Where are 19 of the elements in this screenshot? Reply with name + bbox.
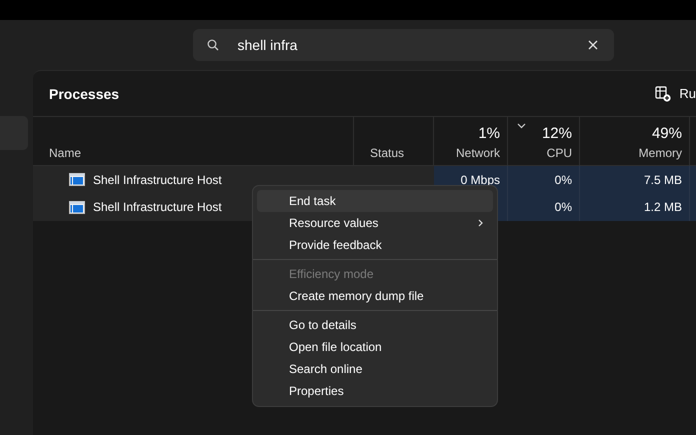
panel-title: Processes: [49, 86, 120, 102]
menu-item[interactable]: Create memory dump file: [257, 285, 493, 307]
menu-item[interactable]: End task: [257, 190, 493, 212]
menu-item[interactable]: Provide feedback: [257, 234, 493, 256]
run-task-button[interactable]: Ru: [655, 86, 696, 102]
app-window-icon: [69, 200, 85, 214]
search-field[interactable]: shell infra: [192, 29, 614, 61]
menu-item[interactable]: Search online: [257, 358, 493, 380]
clear-icon[interactable]: [588, 40, 598, 50]
usage-cell: 1.2 MB: [580, 193, 690, 221]
menu-item[interactable]: Open file location: [257, 336, 493, 358]
usage-cell: 7.5 MB: [580, 165, 690, 193]
usage-cell: 0%: [508, 165, 580, 193]
add-window-icon: [655, 86, 672, 102]
menu-item[interactable]: Go to details: [257, 314, 493, 336]
menu-item[interactable]: Properties: [257, 380, 493, 402]
usage-cell: 0%: [508, 193, 580, 221]
app-window-icon: [69, 173, 85, 186]
process-name-cell[interactable]: Shell Infrastructure Host: [33, 165, 354, 193]
